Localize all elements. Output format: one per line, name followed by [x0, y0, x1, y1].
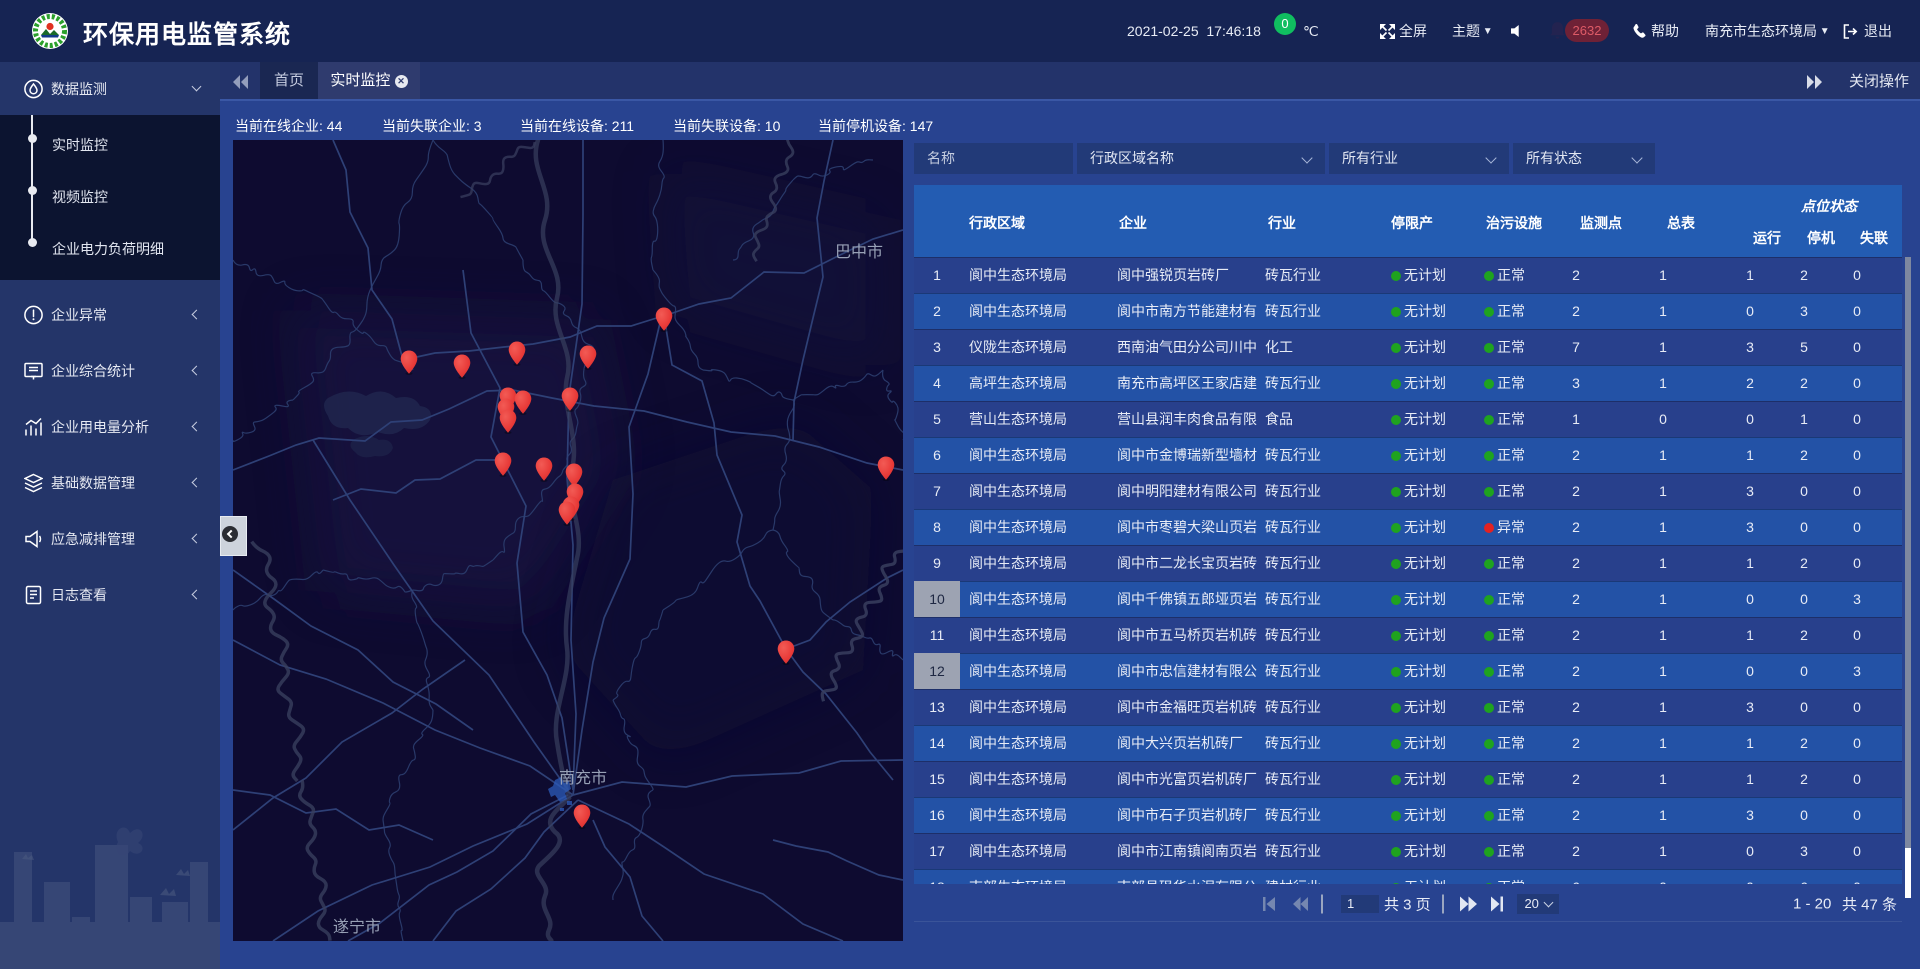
svg-text:巴中市: 巴中市: [835, 243, 883, 261]
svg-text:遂宁市: 遂宁市: [333, 918, 381, 936]
svg-text:南充市: 南充市: [559, 769, 607, 787]
